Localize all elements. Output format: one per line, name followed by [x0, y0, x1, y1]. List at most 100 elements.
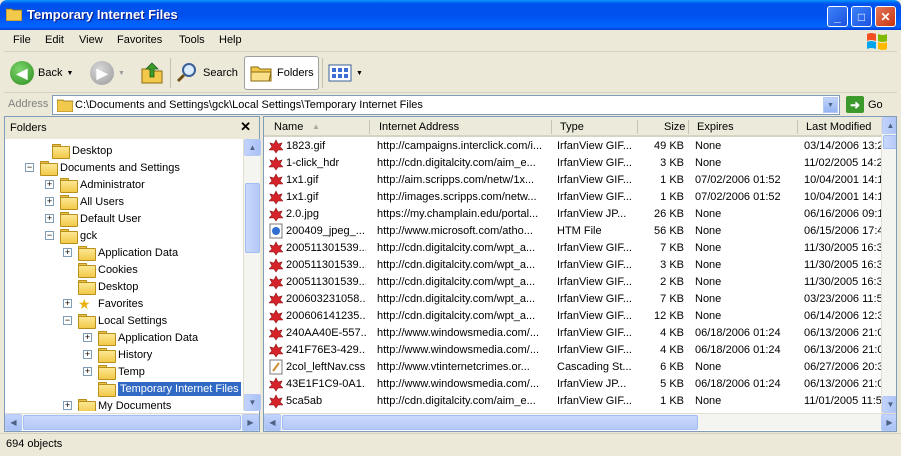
address-dropdown-icon[interactable]: ▼: [823, 97, 838, 113]
file-row[interactable]: 241F76E3-429... http://www.windowsmedia.c…: [264, 342, 881, 359]
column-divider[interactable]: [688, 120, 689, 134]
file-last-modified: 06/15/2006 17:4: [804, 225, 881, 237]
expand-icon[interactable]: +: [83, 350, 92, 359]
folder-tree-item[interactable]: + My Documents: [63, 397, 171, 411]
column-divider[interactable]: [551, 120, 552, 134]
column-divider[interactable]: [637, 120, 638, 134]
folder-tree-item[interactable]: − gck: [45, 227, 97, 244]
column-name[interactable]: Name: [274, 121, 303, 133]
menu-file[interactable]: File: [13, 34, 31, 46]
collapse-icon[interactable]: −: [63, 316, 72, 325]
up-folder-button[interactable]: [140, 56, 164, 90]
scroll-left-button[interactable]: ◀: [5, 414, 22, 431]
file-row[interactable]: 200603231058... http://cdn.digitalcity.co…: [264, 291, 881, 308]
folder-tree-item[interactable]: − Documents and Settings: [25, 159, 180, 176]
forward-button[interactable]: ▶ ▼: [90, 56, 125, 90]
expand-icon[interactable]: +: [45, 180, 54, 189]
menu-tools[interactable]: Tools: [179, 34, 205, 46]
search-button[interactable]: Search: [175, 56, 238, 90]
scroll-right-button[interactable]: ▶: [881, 414, 896, 431]
file-row[interactable]: 43E1F1C9-0A1... http://www.windowsmedia.c…: [264, 376, 881, 393]
file-expires: None: [695, 157, 722, 169]
file-row[interactable]: 2col_leftNav.css http://www.vtinternetcri…: [264, 359, 881, 376]
folder-tree-item[interactable]: + Temp: [83, 363, 145, 380]
folder-tree-item[interactable]: − Local Settings: [63, 312, 167, 329]
views-button[interactable]: ▼: [328, 56, 363, 90]
minimize-button[interactable]: _: [827, 6, 848, 27]
menu-view[interactable]: View: [79, 34, 103, 46]
file-row[interactable]: 1x1.gif http://images.scripps.com/netw...…: [264, 189, 881, 206]
file-row[interactable]: 1x1.gif http://aim.scripps.com/netw/1x...…: [264, 172, 881, 189]
scroll-thumb[interactable]: [282, 415, 698, 430]
file-size: 1 KB: [660, 395, 684, 407]
folder-tree-item[interactable]: Desktop: [63, 278, 138, 295]
files-horizontal-scrollbar[interactable]: ◀ ▶: [264, 413, 896, 431]
folders-horizontal-scrollbar[interactable]: ◀ ▶: [5, 413, 259, 431]
folder-tree-item[interactable]: + ★ Favorites: [63, 295, 143, 312]
file-name: 1823.gif: [286, 140, 326, 152]
maximize-button[interactable]: □: [851, 6, 872, 27]
back-dropdown-icon[interactable]: ▼: [66, 70, 73, 77]
folder-tree-item[interactable]: + Default User: [45, 210, 141, 227]
title-bar[interactable]: Temporary Internet Files _ □ ✕: [0, 0, 901, 30]
folder-tree-item[interactable]: Desktop: [37, 142, 112, 159]
address-input[interactable]: C:\Documents and Settings\gck\Local Sett…: [52, 95, 840, 115]
file-row[interactable]: 5ca5ab http://cdn.digitalcity.com/aim_e..…: [264, 393, 881, 410]
column-last-modified[interactable]: Last Modified: [806, 121, 871, 133]
sort-ascending-icon: ▲: [312, 122, 320, 131]
scroll-right-button[interactable]: ▶: [242, 414, 259, 431]
files-vertical-scrollbar[interactable]: ▲ ▼: [881, 117, 896, 413]
file-row[interactable]: 200409_jpeg_... http://www.microsoft.com/…: [264, 223, 881, 240]
forward-dropdown-icon[interactable]: ▼: [118, 70, 125, 77]
folder-tree-item[interactable]: + All Users: [45, 193, 124, 210]
file-row[interactable]: 200511301539... http://cdn.digitalcity.co…: [264, 274, 881, 291]
expand-icon[interactable]: +: [63, 401, 72, 410]
column-divider[interactable]: [369, 120, 370, 134]
folder-tree-item[interactable]: Temporary Internet Files: [83, 380, 241, 397]
expand-icon[interactable]: +: [63, 248, 72, 257]
scroll-up-button[interactable]: ▲: [244, 139, 261, 156]
column-internet-address[interactable]: Internet Address: [379, 121, 459, 133]
file-row[interactable]: 200606141235... http://cdn.digitalcity.co…: [264, 308, 881, 325]
scroll-down-button[interactable]: ▼: [882, 396, 896, 413]
go-button[interactable]: ➜ Go: [846, 96, 883, 113]
folder-tree-item[interactable]: + Application Data: [83, 329, 198, 346]
file-row[interactable]: 240AA40E-557... http://www.windowsmedia.c…: [264, 325, 881, 342]
folder-tree-item[interactable]: Cookies: [63, 261, 138, 278]
back-button[interactable]: ◀ Back ▼: [10, 56, 73, 90]
column-expires[interactable]: Expires: [697, 121, 734, 133]
file-row[interactable]: 1-click_hdr http://cdn.digitalcity.com/ai…: [264, 155, 881, 172]
file-row[interactable]: 1823.gif http://campaigns.interclick.com/…: [264, 138, 881, 155]
scroll-up-button[interactable]: ▲: [882, 117, 896, 134]
expand-icon[interactable]: +: [63, 299, 72, 308]
scroll-thumb[interactable]: [883, 135, 896, 149]
expand-icon[interactable]: +: [45, 197, 54, 206]
menu-help[interactable]: Help: [219, 34, 242, 46]
scroll-thumb[interactable]: [245, 183, 260, 253]
menu-favorites[interactable]: Favorites: [117, 34, 162, 46]
collapse-icon[interactable]: −: [25, 163, 34, 172]
expand-icon[interactable]: +: [83, 333, 92, 342]
folders-button[interactable]: Folders: [244, 56, 319, 90]
file-row[interactable]: 2.0.jpg https://my.champlain.edu/portal..…: [264, 206, 881, 223]
collapse-icon[interactable]: −: [45, 231, 54, 240]
column-size[interactable]: Size: [664, 121, 685, 133]
menu-edit[interactable]: Edit: [45, 34, 64, 46]
folders-close-button[interactable]: ✕: [240, 119, 251, 135]
views-dropdown-icon[interactable]: ▼: [356, 70, 363, 77]
scroll-down-button[interactable]: ▼: [244, 394, 261, 411]
file-row[interactable]: 200511301539... http://cdn.digitalcity.co…: [264, 240, 881, 257]
folder-tree-item[interactable]: + Administrator: [45, 176, 145, 193]
file-name: 200606141235...: [286, 310, 366, 322]
folders-vertical-scrollbar[interactable]: ▲ ▼: [243, 139, 261, 411]
folder-tree-item[interactable]: + Application Data: [63, 244, 178, 261]
column-divider[interactable]: [797, 120, 798, 134]
close-button[interactable]: ✕: [875, 6, 896, 27]
expand-icon[interactable]: +: [45, 214, 54, 223]
scroll-thumb[interactable]: [23, 415, 241, 430]
folder-tree-item[interactable]: + History: [83, 346, 152, 363]
file-row[interactable]: 200511301539... http://cdn.digitalcity.co…: [264, 257, 881, 274]
column-type[interactable]: Type: [560, 121, 584, 133]
scroll-left-button[interactable]: ◀: [264, 414, 281, 431]
expand-icon[interactable]: +: [83, 367, 92, 376]
